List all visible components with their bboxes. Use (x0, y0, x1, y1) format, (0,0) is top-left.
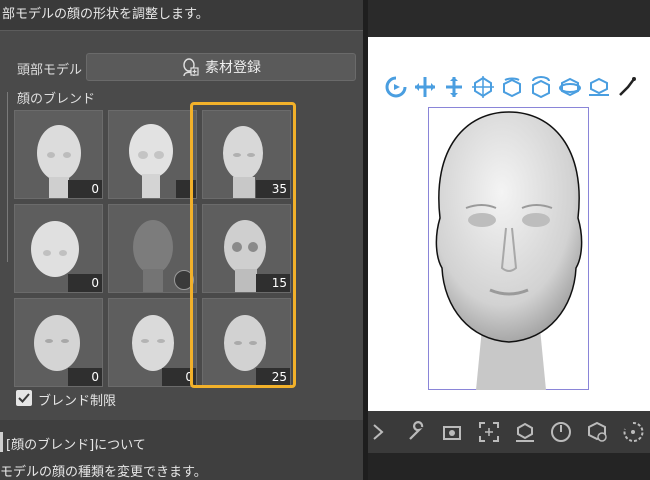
head-model-label: 頭部モデル (17, 63, 83, 78)
blend-cell-face-2[interactable] (108, 110, 197, 199)
canvas-header (368, 0, 650, 37)
pan-vertical-icon[interactable] (442, 75, 466, 99)
blend-limit-checkbox[interactable] (16, 390, 32, 406)
fit-view-icon[interactable] (478, 421, 500, 443)
check-icon (18, 393, 30, 403)
blend-cell-face-7[interactable]: 0 (14, 298, 103, 387)
tool-property-panel: 部モデルの顔の形状を調整します。 頭部モデル 素材登録 顔のブレンド 0 35 … (0, 0, 365, 480)
pose-icon[interactable] (616, 75, 640, 99)
blend-value: 0 (68, 368, 102, 386)
blend-cell-face-4[interactable]: 0 (14, 204, 103, 293)
help-description: モデルの顔の種類を変更できます。 (0, 465, 207, 480)
tree-connector (7, 92, 8, 262)
about-marker (0, 432, 3, 452)
timer-icon[interactable] (550, 421, 572, 443)
rotate-z-icon[interactable] (558, 75, 582, 99)
canvas-area (368, 0, 650, 480)
blend-cell-face-5[interactable] (108, 204, 197, 293)
wrench-icon[interactable] (406, 421, 428, 443)
register-button-label: 素材登録 (205, 60, 261, 76)
register-head-icon (183, 58, 199, 77)
3d-object-toolbar (384, 75, 640, 103)
model-settings-icon[interactable] (586, 421, 608, 443)
blend-limit-label: ブレンド制限 (38, 394, 117, 409)
blend-cell-face-1[interactable]: 0 (14, 110, 103, 199)
ground-snap-icon[interactable] (514, 421, 536, 443)
panel-description: 部モデルの顔の形状を調整します。 (0, 0, 365, 30)
face-blend-label: 顔のブレンド (17, 92, 96, 107)
blend-value: 0 (68, 274, 102, 292)
pan-horizontal-icon[interactable] (413, 75, 437, 99)
ground-icon[interactable] (587, 75, 611, 99)
chevron-right-icon[interactable] (370, 421, 392, 443)
reset-icon[interactable] (622, 421, 644, 443)
blend-cell-face-8[interactable]: 0 (108, 298, 197, 387)
about-face-blend-link[interactable]: [顔のブレンド]について (6, 434, 146, 453)
camera-icon[interactable] (442, 421, 464, 443)
rotate-model-icon[interactable] (500, 75, 524, 99)
register-material-button[interactable]: 素材登録 (86, 53, 356, 81)
3d-head-model[interactable] (426, 108, 592, 390)
divider (0, 30, 363, 31)
blend-value: 0 (68, 180, 102, 198)
object-launcher-bar (368, 411, 650, 453)
rotate-y-icon[interactable] (529, 75, 553, 99)
status-strip (368, 453, 650, 480)
highlight-frame (190, 102, 296, 388)
move-model-icon[interactable] (471, 75, 495, 99)
rotate-camera-icon[interactable] (384, 75, 408, 99)
